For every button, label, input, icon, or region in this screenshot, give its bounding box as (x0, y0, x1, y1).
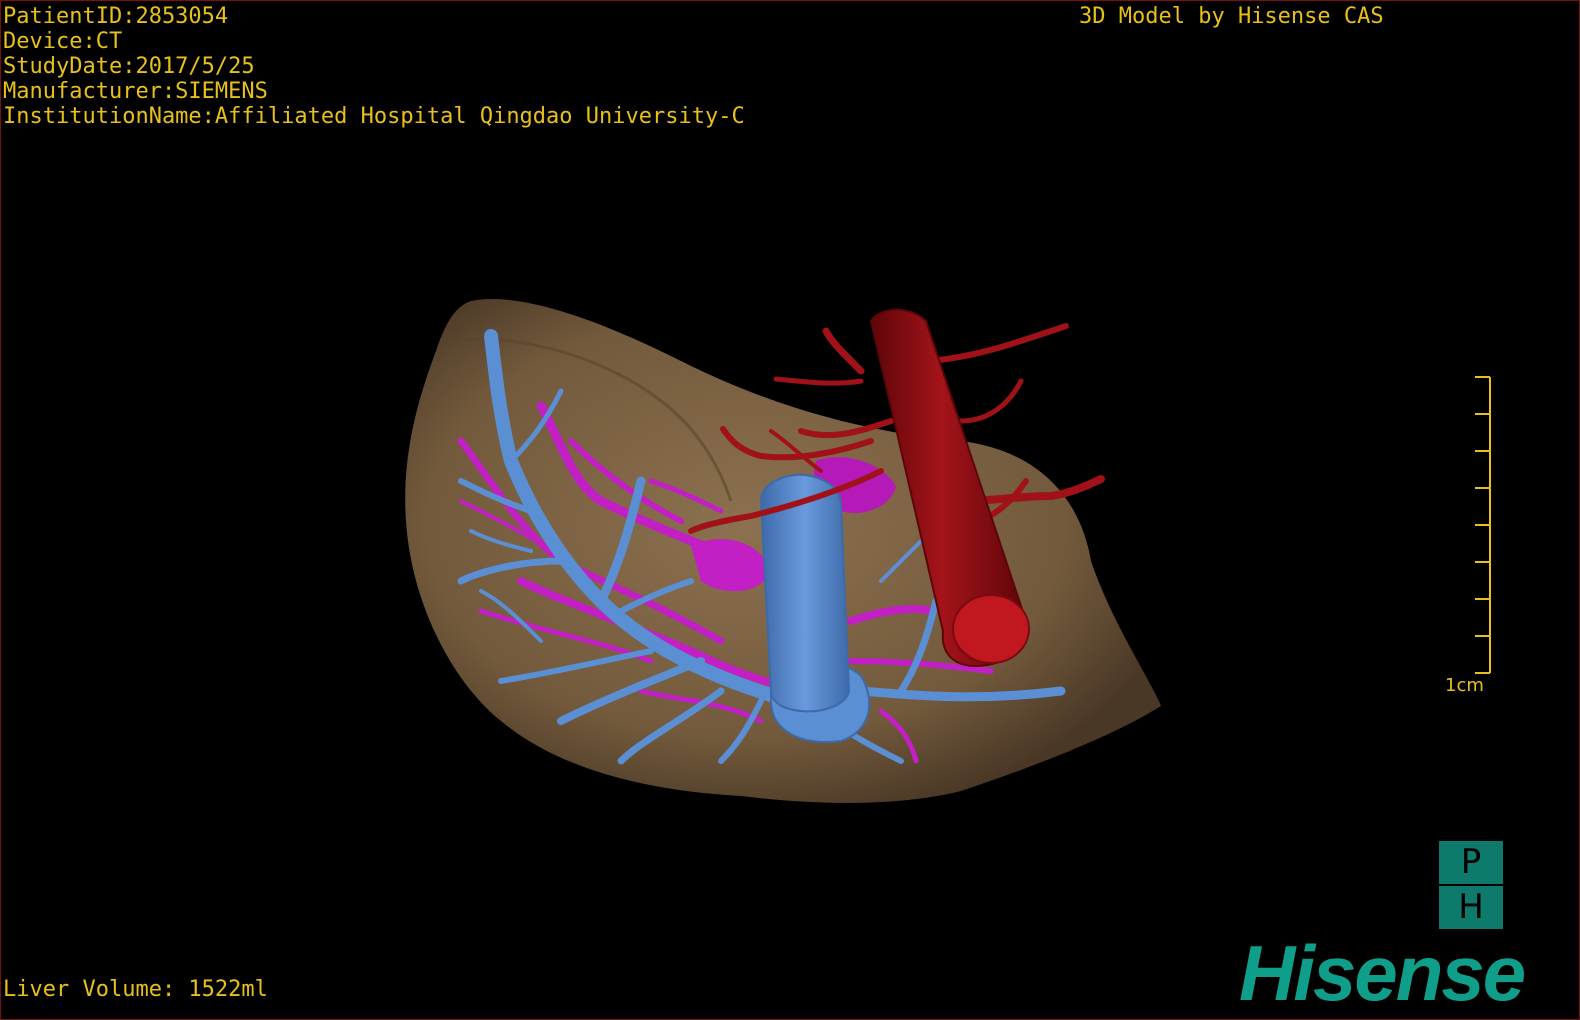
liver-volume: Liver Volume: 1522ml (3, 977, 268, 1002)
liver-3d-model[interactable] (1, 1, 1579, 1019)
device: Device:CT (3, 29, 123, 54)
aorta-cut-end (952, 594, 1030, 664)
badge-letter-h: H (1439, 886, 1503, 929)
model-caption: 3D Model by Hisense CAS (1079, 4, 1384, 29)
patient-id: PatientID:2853054 (3, 4, 229, 29)
manufacturer: Manufacturer:SIEMENS (3, 79, 268, 104)
hisense-logo: Hisense (1239, 929, 1526, 1017)
patient-info-block: PatientID:2853054 Device:CT StudyDate:20… (3, 4, 745, 129)
ph-badge: P H (1439, 841, 1503, 929)
3d-viewport[interactable]: PatientID:2853054 Device:CT StudyDate:20… (0, 0, 1580, 1020)
study-date: StudyDate:2017/5/25 (3, 54, 255, 79)
institution-name: InstitutionName:Affiliated Hospital Qing… (3, 104, 745, 129)
scale-bar (1475, 376, 1491, 674)
badge-letter-p: P (1439, 841, 1503, 884)
scale-label: 1cm (1445, 675, 1484, 696)
